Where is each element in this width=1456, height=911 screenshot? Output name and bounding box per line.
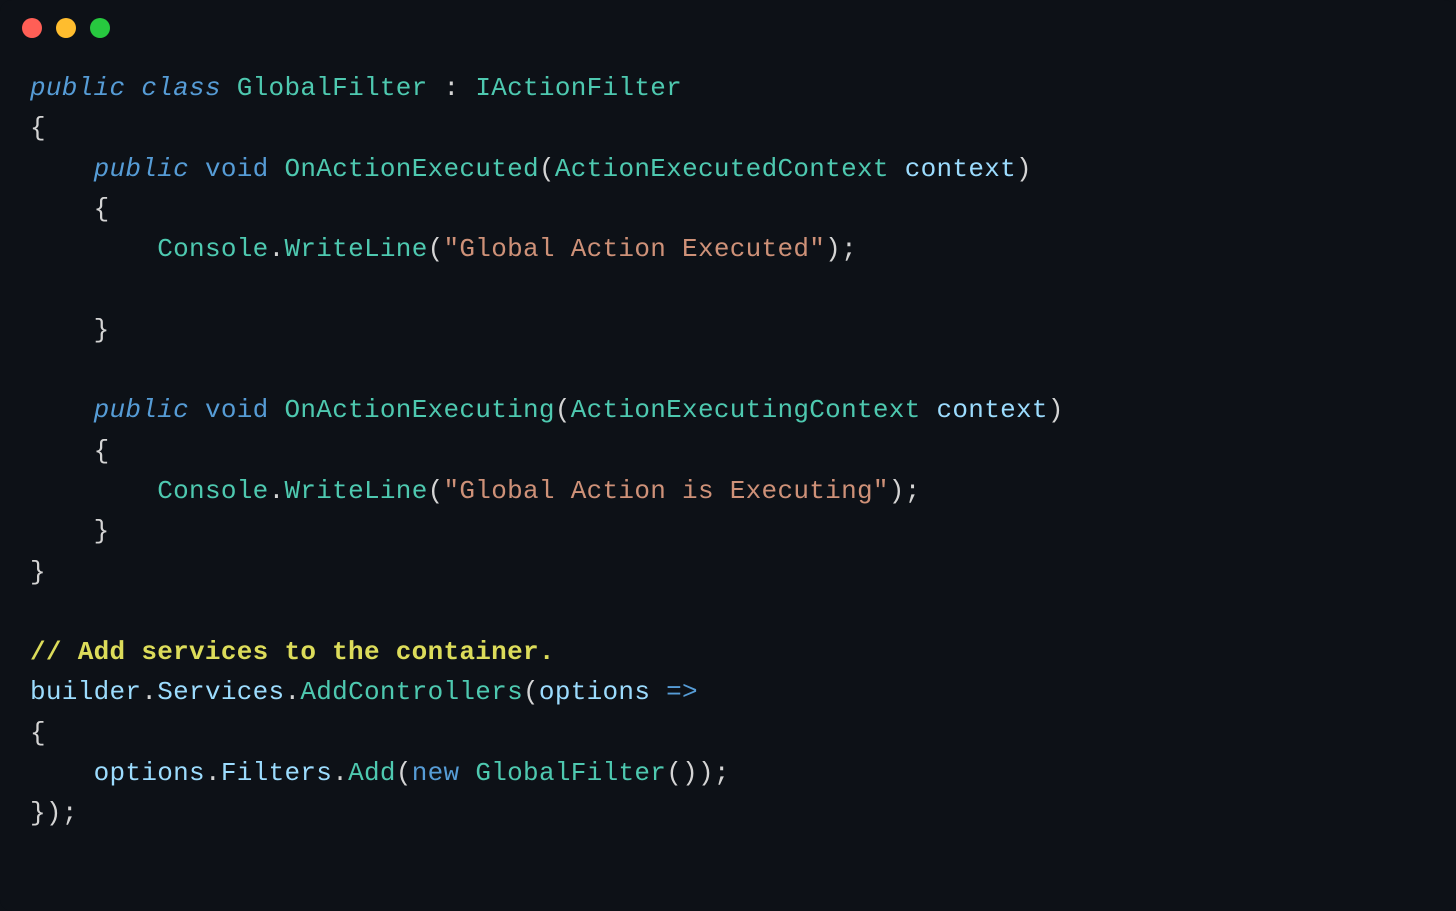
code-line: Console.WriteLine("Global Action is Exec… <box>30 476 921 506</box>
code-line: { <box>30 718 46 748</box>
code-line: } <box>30 557 46 587</box>
code-line: { <box>30 194 110 224</box>
code-line: }); <box>30 798 78 828</box>
code-line: } <box>30 516 110 546</box>
code-window: public class GlobalFilter : IActionFilte… <box>0 0 1456 911</box>
titlebar <box>0 0 1456 48</box>
close-icon[interactable] <box>22 18 42 38</box>
code-editor[interactable]: public class GlobalFilter : IActionFilte… <box>0 48 1456 854</box>
code-line: // Add services to the container. <box>30 637 555 667</box>
minimize-icon[interactable] <box>56 18 76 38</box>
code-line: builder.Services.AddControllers(options … <box>30 677 698 707</box>
code-line: { <box>30 436 110 466</box>
maximize-icon[interactable] <box>90 18 110 38</box>
code-line: public void OnActionExecuting(ActionExec… <box>30 395 1064 425</box>
code-line: public void OnActionExecuted(ActionExecu… <box>30 154 1032 184</box>
code-line: public class GlobalFilter : IActionFilte… <box>30 73 682 103</box>
code-line: Console.WriteLine("Global Action Execute… <box>30 234 857 264</box>
code-line: { <box>30 113 46 143</box>
code-line: } <box>30 315 110 345</box>
code-line: options.Filters.Add(new GlobalFilter()); <box>30 758 730 788</box>
